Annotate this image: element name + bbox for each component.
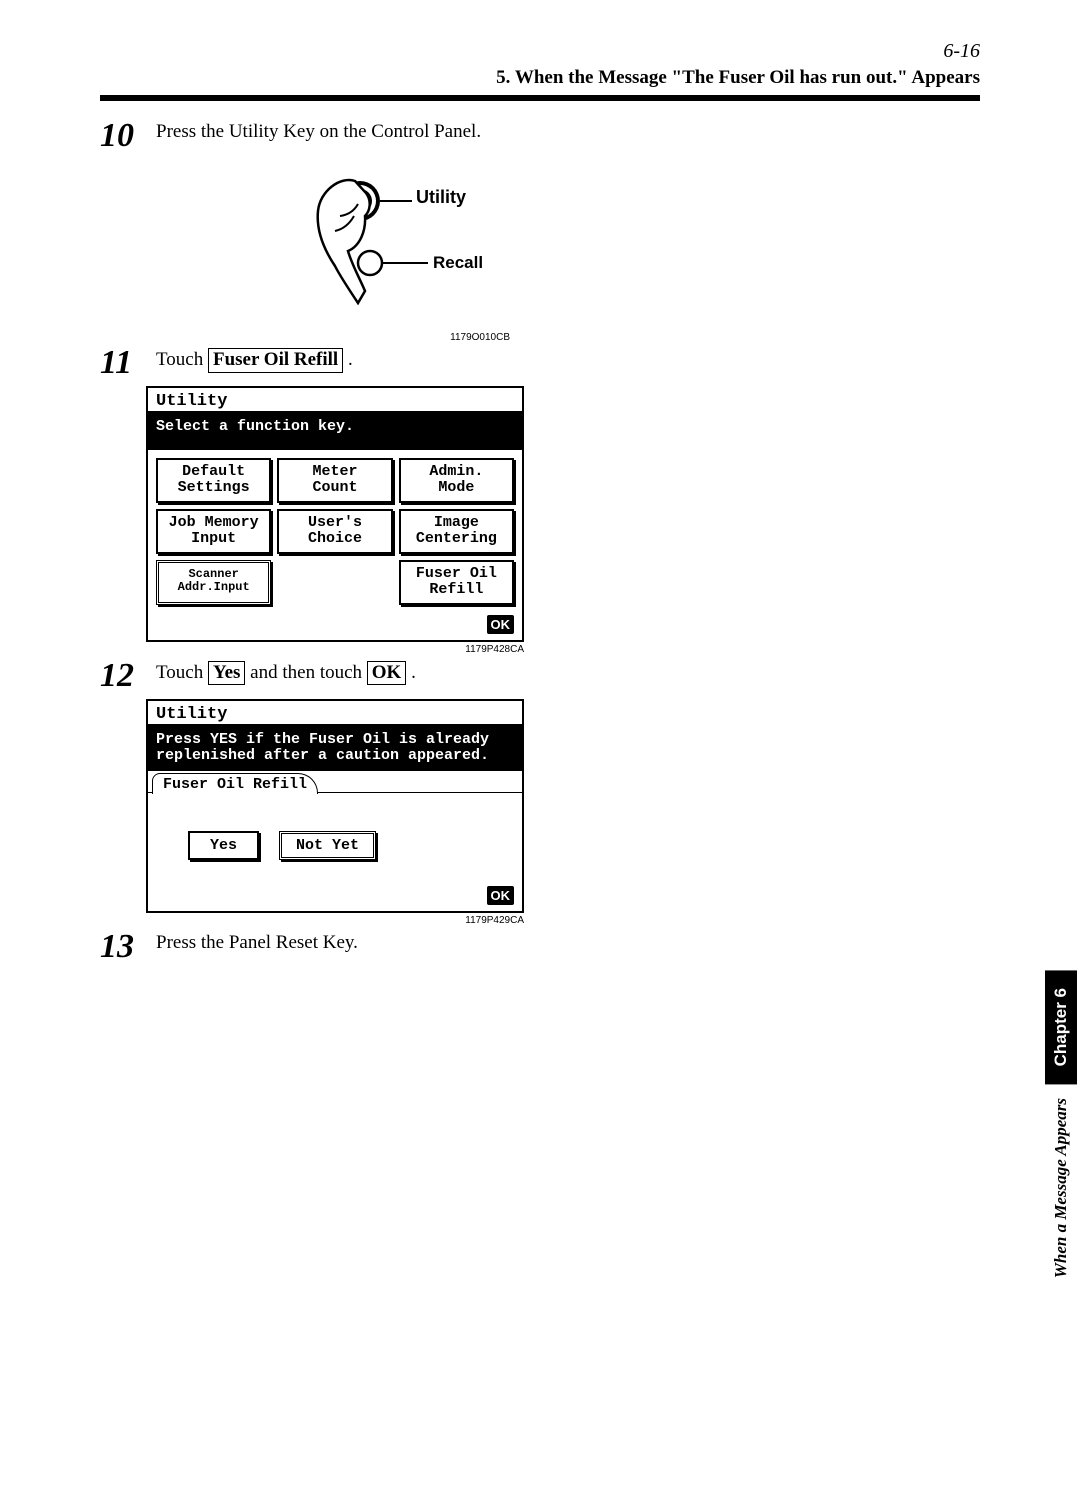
fn-image-centering[interactable]: Image Centering (399, 509, 514, 554)
lcd-fuser-oil-confirm: Utility Press YES if the Fuser Oil is al… (146, 699, 524, 926)
ok-button[interactable]: OK (487, 886, 515, 905)
header-rule (100, 95, 980, 101)
lcd-code: 1179P429CA (146, 913, 524, 926)
not-yet-button[interactable]: Not Yet (279, 831, 376, 860)
step-number: 13 (100, 930, 146, 964)
section-heading: 5. When the Message "The Fuser Oil has r… (100, 67, 980, 89)
touch-target-ok: OK (367, 661, 407, 686)
step-text: Touch Yes and then touch OK . (156, 659, 416, 686)
lcd-utility-menu: Utility Select a function key. Default S… (146, 386, 524, 655)
chapter-label: Chapter 6 (1045, 970, 1077, 1084)
touch-target-label: Fuser Oil Refill (208, 348, 343, 373)
fn-meter-count[interactable]: Meter Count (277, 458, 392, 503)
lcd-instruction-bar: Select a function key. (148, 413, 522, 450)
touch-target-yes: Yes (208, 661, 245, 686)
fn-default-settings[interactable]: Default Settings (156, 458, 271, 503)
fn-job-memory-input[interactable]: Job Memory Input (156, 509, 271, 554)
utility-label: Utility (416, 187, 466, 208)
yes-button[interactable]: Yes (188, 831, 259, 860)
function-key-grid: Default Settings Meter Count Admin. Mode… (156, 458, 514, 605)
step-text: Press the Utility Key on the Control Pan… (156, 119, 481, 143)
lcd-code: 1179P428CA (146, 642, 524, 655)
fn-fuser-oil-refill[interactable]: Fuser Oil Refill (399, 560, 514, 605)
side-tab: Chapter 6 When a Message Appears (1042, 970, 1080, 1279)
step-number: 11 (100, 346, 146, 380)
step-number: 10 (100, 119, 146, 153)
fn-scanner-addr-input[interactable]: Scanner Addr.Input (156, 560, 271, 605)
step-13: 13 Press the Panel Reset Key. (100, 930, 980, 964)
fn-admin-mode[interactable]: Admin. Mode (399, 458, 514, 503)
page-number: 6-16 (100, 40, 980, 63)
fn-users-choice[interactable]: User's Choice (277, 509, 392, 554)
fn-empty-slot (277, 560, 392, 605)
lcd-tab: Fuser Oil Refill (152, 773, 318, 794)
lcd-instruction-bar: Press YES if the Fuser Oil is already re… (148, 726, 522, 771)
step-11: 11 Touch Fuser Oil Refill . (100, 346, 980, 380)
lcd-title: Utility (148, 388, 522, 413)
step-text: Press the Panel Reset Key. (156, 930, 358, 954)
recall-label: Recall (433, 253, 483, 273)
step-10: 10 Press the Utility Key on the Control … (100, 119, 980, 153)
utility-key-illustration: Utility Recall (240, 171, 510, 326)
chapter-title: When a Message Appears (1051, 1098, 1071, 1278)
lcd-title: Utility (148, 701, 522, 726)
step-number: 12 (100, 659, 146, 693)
illustration-code: 1179O010CB (240, 332, 510, 343)
ok-button[interactable]: OK (487, 615, 515, 634)
step-text: Touch Fuser Oil Refill . (156, 346, 353, 373)
step-12: 12 Touch Yes and then touch OK . (100, 659, 980, 693)
